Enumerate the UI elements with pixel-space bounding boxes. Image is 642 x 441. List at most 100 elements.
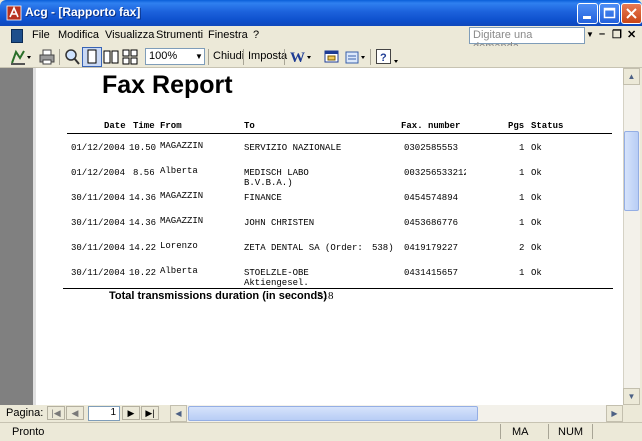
row6-status: Ok	[531, 268, 542, 278]
first-page-icon: |◀	[51, 408, 61, 418]
help-icon[interactable]: ?	[375, 48, 401, 66]
row4-status: Ok	[531, 218, 542, 228]
row6-time: 10.22	[129, 268, 157, 278]
col-time: Time	[133, 121, 155, 131]
scroll-left-icon[interactable]: ◀	[170, 405, 187, 422]
header-divider	[67, 133, 612, 134]
database-window-icon[interactable]	[323, 48, 341, 66]
zoom-dropdown-icon[interactable]: ▼	[195, 52, 203, 61]
row2-time: 8.56	[133, 168, 155, 178]
maximize-icon	[603, 7, 616, 19]
status-indicator-num: NUM	[558, 426, 584, 438]
page-number-input[interactable]: 1	[88, 406, 120, 421]
row2-from: Alberta	[160, 166, 198, 176]
menu-help[interactable]: ?	[253, 29, 259, 41]
status-bar	[0, 422, 642, 441]
menu-visualizza[interactable]: Visualizza	[105, 29, 154, 41]
page-label: Pagina:	[6, 407, 44, 419]
ask-question-input[interactable]: Digitare una domanda.	[469, 27, 585, 53]
page-setup-button[interactable]: Imposta	[248, 50, 287, 62]
row5-status: Ok	[531, 243, 542, 253]
row5-fax: 0419179227	[404, 243, 459, 253]
col-to: To	[244, 121, 255, 131]
row4-from: MAGAZZIN	[160, 216, 204, 226]
next-page-button[interactable]: ▶	[122, 406, 140, 420]
design-view-icon[interactable]	[10, 48, 32, 66]
row5-from: Lorenzo	[160, 241, 198, 251]
scroll-up-icon[interactable]: ▲	[623, 68, 640, 85]
word-export-icon[interactable]: W	[289, 48, 315, 66]
row6-from: Alberta	[160, 266, 198, 276]
prev-page-button[interactable]: ◀	[66, 406, 84, 420]
ask-dropdown-icon[interactable]: ▼	[586, 30, 594, 39]
row3-fax: 0454574894	[404, 193, 459, 203]
row6-fax: 0431415657	[404, 268, 459, 278]
row4-date: 30/11/2004	[71, 218, 126, 228]
col-status: Status	[531, 121, 564, 131]
scroll-right-icon[interactable]: ▶	[606, 405, 623, 422]
doc-restore-icon[interactable]: ❐	[612, 28, 622, 41]
col-from: From	[160, 121, 182, 131]
row6-to-line2: Aktiengesel.	[244, 278, 309, 288]
last-page-button[interactable]: ▶|	[141, 406, 159, 420]
row5-to-order: 538)	[372, 243, 394, 253]
row1-pgs: 1	[519, 143, 525, 153]
minimize-icon	[583, 16, 591, 19]
last-page-icon: ▶|	[145, 408, 155, 418]
close-button[interactable]	[621, 3, 642, 24]
row1-to: SERVIZIO NAZIONALE	[244, 143, 342, 153]
two-pages-icon[interactable]	[102, 48, 120, 66]
title-bar: Acg - [Rapporto fax]	[0, 0, 642, 26]
row4-fax: 0453686776	[404, 218, 459, 228]
row3-date: 30/11/2004	[71, 193, 126, 203]
row1-time: 10.50	[129, 143, 157, 153]
new-object-icon[interactable]	[344, 48, 368, 66]
row5-time: 14.22	[129, 243, 157, 253]
status-text: Pronto	[12, 426, 45, 438]
row1-status: Ok	[531, 143, 542, 153]
horizontal-scroll-thumb[interactable]	[188, 406, 478, 421]
row3-time: 14.36	[129, 193, 157, 203]
row4-pgs: 1	[519, 218, 525, 228]
close-icon	[626, 8, 637, 19]
menu-modifica[interactable]: Modifica	[58, 29, 99, 41]
print-icon[interactable]	[38, 48, 56, 66]
row3-from: MAGAZZIN	[160, 191, 204, 201]
menu-strumenti[interactable]: Strumenti	[156, 29, 203, 41]
menu-finestra[interactable]: Finestra	[208, 29, 248, 41]
next-page-icon: ▶	[127, 408, 135, 418]
app-icon[interactable]	[6, 5, 22, 21]
document-icon[interactable]	[11, 29, 23, 43]
report-title: Fax Report	[102, 71, 233, 99]
row6-pgs: 1	[519, 268, 525, 278]
total-value: 518	[317, 290, 334, 302]
menu-file[interactable]: File	[32, 29, 50, 41]
prev-page-icon: ◀	[71, 408, 79, 418]
maximize-button[interactable]	[599, 3, 620, 24]
multiple-pages-icon[interactable]	[121, 48, 139, 66]
doc-minimize-icon[interactable]: –	[599, 28, 605, 40]
row2-status: Ok	[531, 168, 542, 178]
row5-date: 30/11/2004	[71, 243, 126, 253]
scroll-down-icon[interactable]: ▼	[623, 388, 640, 405]
report-page	[33, 68, 623, 405]
one-page-icon[interactable]	[82, 47, 102, 67]
row3-status: Ok	[531, 193, 542, 203]
row2-pgs: 1	[519, 168, 525, 178]
first-page-button[interactable]: |◀	[47, 406, 65, 420]
row1-fax: 0302585553	[404, 143, 459, 153]
minimize-button[interactable]	[577, 3, 598, 24]
svg-text:W: W	[290, 50, 305, 66]
doc-close-icon[interactable]: ✕	[627, 28, 636, 41]
row6-date: 30/11/2004	[71, 268, 126, 278]
zoom-icon[interactable]	[63, 48, 81, 66]
row4-to: JOHN CHRISTEN	[244, 218, 315, 228]
row3-to: FINANCE	[244, 193, 282, 203]
col-fax-number: Fax. number	[401, 121, 461, 131]
row6-to: STOELZLE-OBE	[244, 268, 309, 278]
vertical-scroll-thumb[interactable]	[624, 131, 639, 211]
row1-from: MAGAZZIN	[160, 141, 204, 151]
close-preview-button[interactable]: Chiudi	[213, 50, 244, 62]
vertical-scrollbar[interactable]	[623, 68, 640, 405]
svg-text:?: ?	[380, 52, 387, 64]
